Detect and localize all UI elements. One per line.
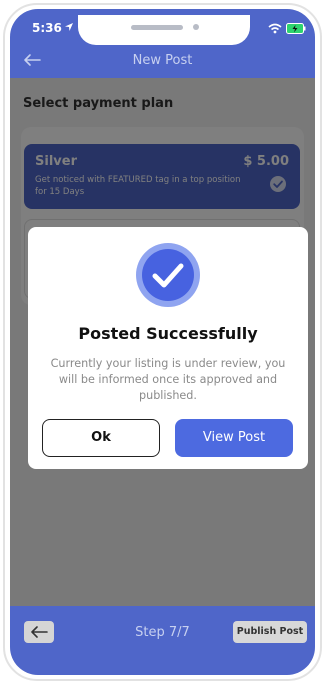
wifi-icon: [268, 23, 282, 34]
bottom-nav-bar: Step 7/7 Publish Post: [10, 606, 315, 675]
dialog-message: Currently your listing is under review, …: [50, 357, 286, 402]
view-post-button[interactable]: View Post: [175, 419, 293, 457]
app-header: 5:36 New Post: [10, 9, 315, 78]
page-title: New Post: [132, 53, 193, 68]
speaker-grille: [131, 25, 183, 30]
dialog-title: Posted Successfully: [78, 324, 258, 343]
app-screen: 5:36 New Post Step 7/7 Publish Post Post…: [10, 9, 315, 675]
publish-post-button[interactable]: Publish Post: [233, 621, 307, 643]
ok-button[interactable]: Ok: [42, 419, 160, 457]
camera-dot: [193, 24, 199, 30]
success-dialog: Posted Successfully Currently your listi…: [28, 227, 308, 469]
battery-icon: [286, 23, 306, 34]
phone-frame: 5:36 New Post Step 7/7 Publish Post Post…: [3, 3, 322, 681]
status-bar: 5:36: [10, 15, 315, 45]
success-check-icon: [136, 243, 200, 307]
status-time: 5:36: [32, 21, 62, 35]
device-notch: [78, 15, 250, 45]
location-arrow-icon: [65, 23, 73, 31]
